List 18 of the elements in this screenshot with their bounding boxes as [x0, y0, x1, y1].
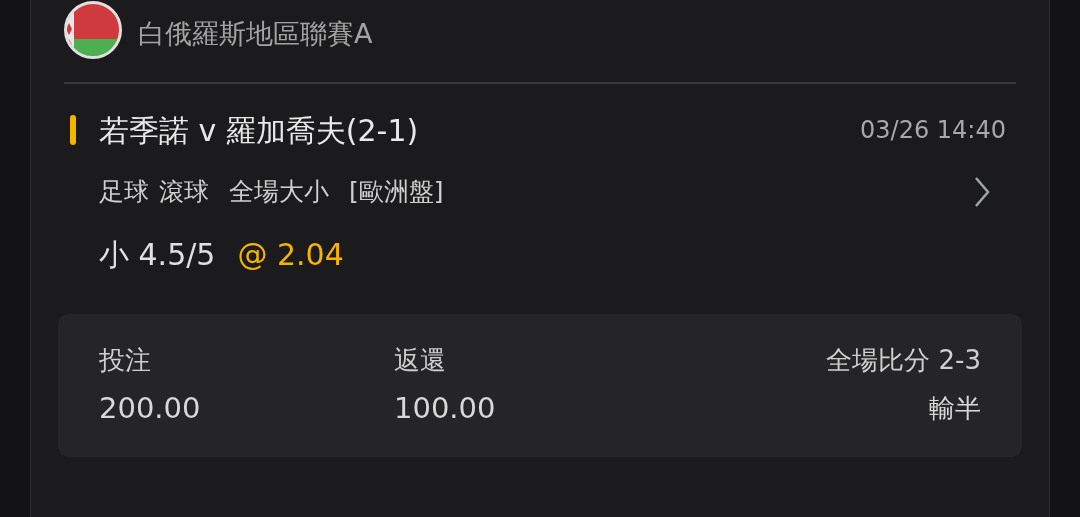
bet-detail: 滾球	[159, 176, 209, 209]
flag-icon	[64, 1, 122, 59]
bet-detail: [歐洲盤]	[349, 176, 444, 209]
summary-value: 輸半	[929, 392, 981, 425]
summary-label: 投注	[99, 344, 152, 377]
bet-detail: 足球	[99, 176, 149, 209]
chevron-right-icon[interactable]	[974, 176, 990, 208]
odds-text: @ 2.04	[237, 235, 344, 274]
summary-label: 返還	[394, 344, 447, 377]
summary-label: 全場比分 2-3	[826, 344, 981, 377]
league-title: 白俄羅斯地區聯賽A	[138, 16, 373, 51]
summary-value: 100.00	[394, 390, 497, 427]
bet-detail: 全場大小	[229, 176, 329, 209]
indicator-bar	[70, 115, 76, 145]
match-time: 03/26 14:40	[860, 115, 1006, 146]
selection-text: 小 4.5/5	[99, 235, 216, 274]
match-title: 若季諾 v 羅加喬夫(2-1)	[99, 111, 419, 150]
summary-value: 200.00	[99, 390, 202, 427]
